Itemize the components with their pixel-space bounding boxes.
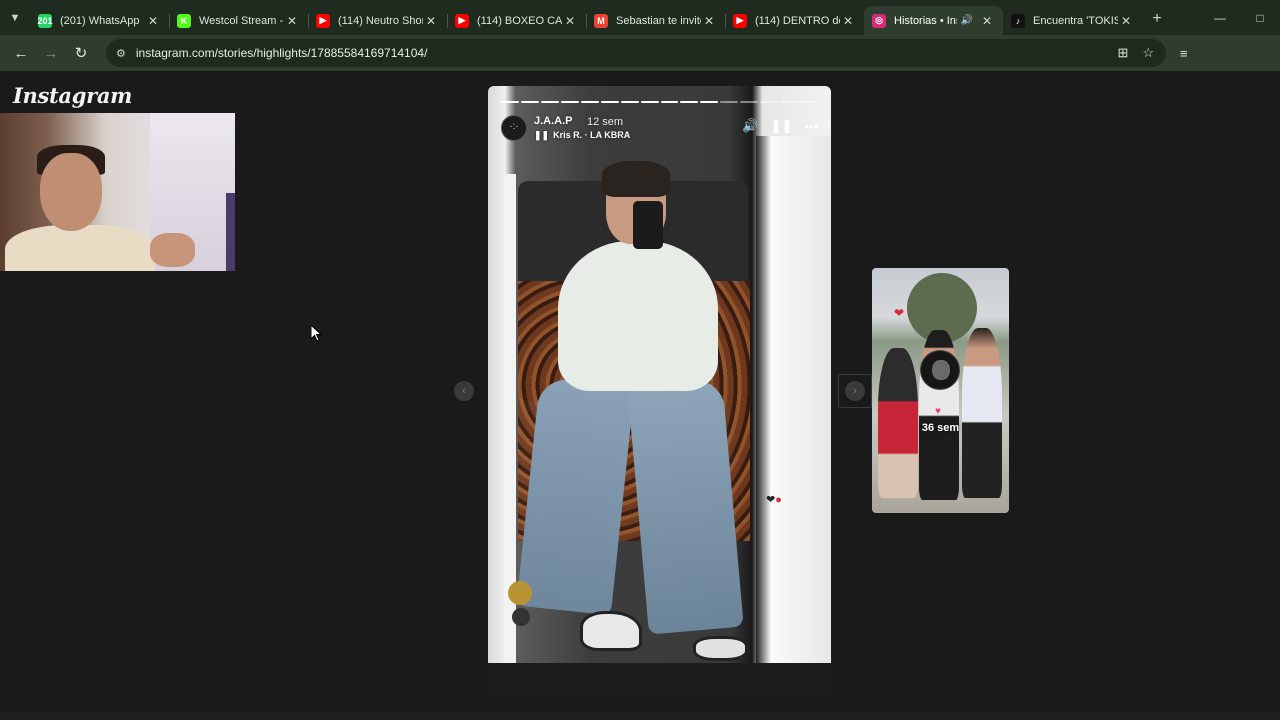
instagram-logo[interactable]: Instagram [13,83,132,108]
kick-icon: K [177,13,191,28]
browser-tab[interactable]: ◎ Historias • Ins 🔊 ✕ [864,6,1003,35]
youtube-icon: ▶ [733,13,747,28]
music-bars-icon: ❚❚ [534,130,550,140]
address-bar[interactable]: ⚙ instagram.com/stories/highlights/17885… [106,39,1166,67]
progress-segment [640,101,659,103]
tiktok-icon: ♪ [1011,13,1025,28]
close-tab-icon[interactable]: ✕ [979,14,995,28]
pause-icon[interactable]: ❚❚ [771,118,793,134]
browser-tab[interactable]: ♪ Encuentra 'TOKISC✕ [1003,6,1142,35]
progress-segment [720,101,739,103]
window-controls: — □ [1200,0,1280,35]
browser-tab[interactable]: ▶ (114) DENTRO de ✕ [725,6,864,35]
next-story-preview[interactable]: ❤ ♥ 36 sem [872,268,1009,513]
new-tab-button[interactable]: + [1142,10,1172,28]
progress-segment [620,101,639,103]
bookmark-star-icon[interactable]: ☆ [1142,45,1154,61]
story-progress [501,101,818,104]
tab-title: (114) BOXEO CALL [477,14,562,27]
browser-tab[interactable]: ▶ (114) Neutro Shor ✕ [308,6,447,35]
progress-segment [600,101,619,103]
story-avatar[interactable] [501,115,527,141]
url-text: instagram.com/stories/highlights/1788558… [135,46,428,60]
os-taskbar [0,712,1280,720]
music-label: Kris R. · LA KBRA [553,130,631,140]
gmail-icon: M [594,13,608,28]
youtube-icon: ▶ [316,13,330,28]
tab-search-button[interactable]: ▼ [0,0,30,35]
browser-toolbar: ← → ↻ ⚙ instagram.com/stories/highlights… [0,35,1280,71]
tab-title: (114) DENTRO de [755,14,840,27]
whatsapp-icon: 201 [37,13,53,28]
close-tab-icon[interactable]: ✕ [1118,14,1134,28]
tab-title: Historias • Ins [894,14,957,27]
install-app-icon[interactable]: ⊞ [1117,45,1128,61]
progress-segment [800,101,818,103]
hearts-sticker-icon: ❤● [766,494,782,506]
progress-segment [680,101,699,103]
minimize-button[interactable]: — [1200,11,1240,25]
youtube-icon: ▶ [455,13,469,28]
more-options-icon[interactable]: ••• [804,119,818,134]
tab-title: Sebastian te invitó [616,14,701,27]
progress-segment [580,101,599,103]
progress-segment [520,101,539,103]
browser-tab[interactable]: 201 (201) WhatsApp ✕ [30,6,169,35]
tab-title: (114) Neutro Shor [338,14,423,27]
volume-icon[interactable]: 🔊 [742,118,758,134]
tab-audio-icon[interactable]: 🔊 [961,15,973,26]
instagram-page: Instagram ‹ ❤● ·:· J.A.A.P 12 sem ❚❚ Kri… [0,71,1280,712]
previous-story-button[interactable]: ‹ [454,381,474,401]
site-info-icon[interactable]: ⚙ [116,47,126,60]
tab-list: 201 (201) WhatsApp ✕ K Westcol Stream - ’ ✕ ▶(… [30,0,1142,35]
close-tab-icon[interactable]: ✕ [284,14,300,28]
tab-title: Encuentra 'TOKISC [1033,14,1118,27]
story-username[interactable]: J.A.A.P [534,115,573,127]
next-story-button[interactable]: › [845,381,865,401]
story-photo: ❤● [488,86,831,663]
browser-tab[interactable]: M Sebastian te invitó ✕ [586,6,725,35]
heart-icon: ♥ [935,406,941,417]
back-button[interactable]: ← [6,45,36,62]
close-tab-icon[interactable]: ✕ [423,14,439,28]
browser-tab[interactable]: K Westcol Stream - ’ ✕ [169,6,308,35]
tab-title: Westcol Stream - ’ [199,14,284,27]
webcam-overlay [0,113,235,271]
progress-segment [740,101,759,103]
close-tab-icon[interactable]: ✕ [145,14,161,28]
story-header: J.A.A.P 12 sem ❚❚Kris R. · LA KBRA 🔊 ❚❚ … [501,112,818,142]
next-story-avatar [920,350,960,390]
media-controls-icon[interactable]: ≡ [1180,46,1188,61]
progress-segment [501,101,519,103]
progress-segment [560,101,579,103]
story-music[interactable]: ❚❚ Kris R. · LA KBRA [534,130,630,141]
forward-button[interactable]: → [36,45,66,62]
progress-segment [780,101,799,103]
chevron-down-icon: ▼ [9,11,21,24]
reload-button[interactable]: ↻ [66,44,96,62]
close-tab-icon[interactable]: ✕ [701,14,717,28]
progress-segment [700,101,719,103]
progress-segment [540,101,559,103]
browser-tab[interactable]: ▶ (114) BOXEO CALL✕ [447,6,586,35]
story-timestamp: 12 sem [587,116,624,128]
maximize-button[interactable]: □ [1240,11,1280,25]
close-tab-icon[interactable]: ✕ [840,14,856,28]
heart-sticker-icon: ❤ [894,306,905,320]
tab-strip: ▼ 201 (201) WhatsApp ✕ K Westcol Stream - ’ ✕… [0,0,1280,35]
story-viewer[interactable]: ❤● J.A.A.P 12 sem ❚❚Kris R. · LA KBRA 🔊 … [488,86,831,696]
next-story-time: 36 sem [921,422,960,434]
tab-title: (201) WhatsApp [60,14,140,27]
close-tab-icon[interactable]: ✕ [562,14,578,28]
progress-segment [660,101,679,103]
instagram-icon: ◎ [872,13,886,28]
progress-segment [760,101,779,103]
